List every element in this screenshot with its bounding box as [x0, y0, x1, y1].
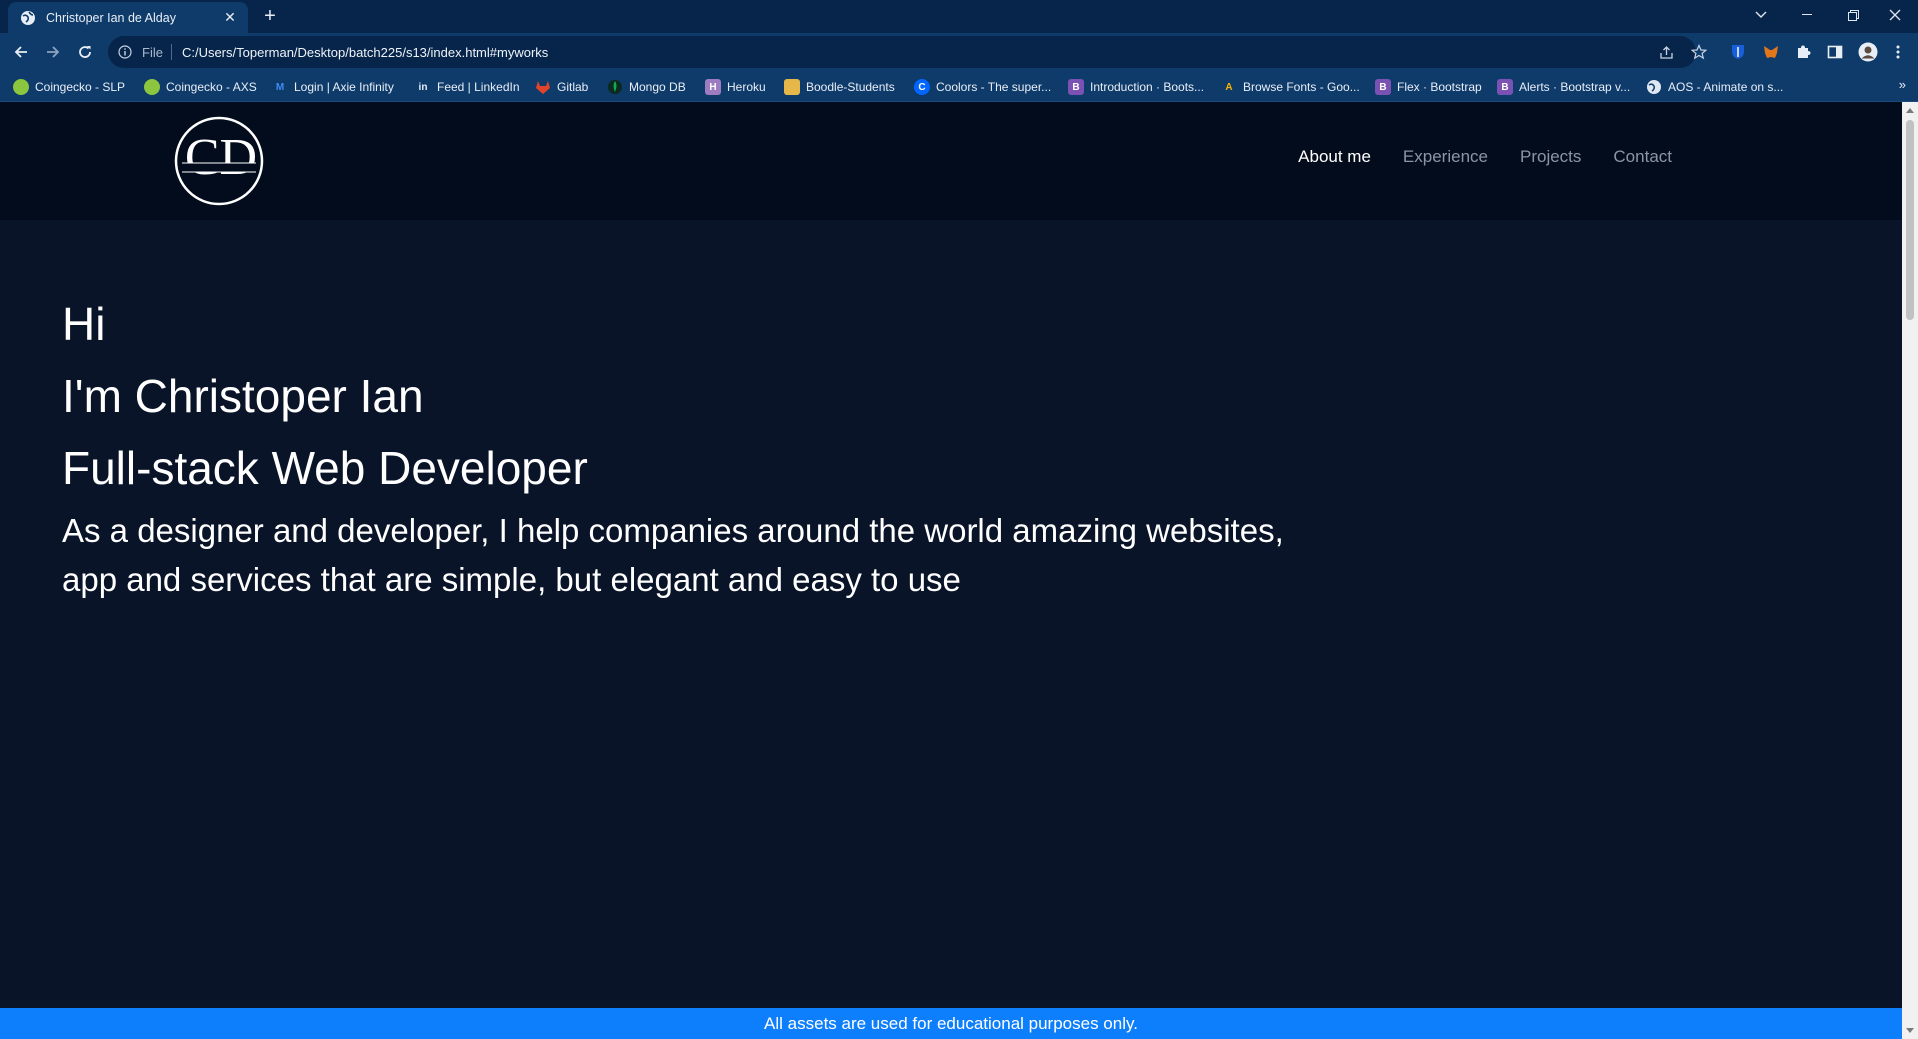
side-panel-icon[interactable] [1824, 41, 1846, 63]
bookmark-label: Coingecko - AXS [166, 80, 257, 94]
bookmark-bootstrap-flex[interactable]: B Flex · Bootstrap [1375, 77, 1482, 97]
browser-toolbar: File C:/Users/Toperman/Desktop/batch225/… [0, 33, 1918, 71]
info-icon[interactable] [118, 44, 134, 60]
bookmark-label: Heroku [727, 80, 766, 94]
address-url[interactable]: C:/Users/Toperman/Desktop/batch225/s13/i… [182, 45, 548, 60]
nav-experience[interactable]: Experience [1403, 147, 1488, 167]
share-icon[interactable] [1655, 41, 1677, 63]
globe-icon [1646, 79, 1662, 95]
bookmark-label: Feed | LinkedIn [437, 80, 520, 94]
bookmark-label: Login | Axie Infinity [294, 80, 394, 94]
bookmark-linkedin[interactable]: in Feed | LinkedIn [415, 77, 520, 97]
bookmark-google-fonts[interactable]: A Browse Fonts - Goo... [1221, 77, 1360, 97]
address-bar[interactable]: File C:/Users/Toperman/Desktop/batch225/… [108, 36, 1696, 68]
hero-section: Hi I'm Christoper Ian Full-stack Web Dev… [62, 288, 1362, 604]
bookmark-label: AOS - Animate on s... [1668, 80, 1784, 94]
coingecko-icon [144, 79, 160, 95]
new-tab-button[interactable]: + [258, 5, 282, 29]
bootstrap-icon: B [1068, 79, 1084, 95]
bookmark-label: Coolors - The super... [936, 80, 1052, 94]
bookmark-coingecko-axs[interactable]: Coingecko - AXS [144, 77, 257, 97]
coolors-icon: C [914, 79, 930, 95]
mongodb-icon [607, 79, 623, 95]
restore-icon[interactable] [1830, 0, 1876, 30]
browser-tab-active[interactable]: Christoper Ian de Alday ✕ [8, 2, 248, 33]
bookmark-gitlab[interactable]: Gitlab [535, 77, 588, 97]
bookmark-bootstrap-introduction[interactable]: B Introduction · Boots... [1068, 77, 1204, 97]
browser-tab-bar: Christoper Ian de Alday ✕ + [0, 0, 1918, 33]
site-footer: All assets are used for educational purp… [0, 1008, 1902, 1039]
browser-menu-icon[interactable] [1887, 41, 1909, 63]
bookmark-bootstrap-alerts[interactable]: B Alerts · Bootstrap v... [1497, 77, 1630, 97]
tab-search-icon[interactable] [1738, 0, 1784, 30]
bitwarden-extension-icon[interactable] [1727, 41, 1749, 63]
tab-title: Christoper Ian de Alday [46, 10, 176, 25]
bookmark-label: Browse Fonts - Goo... [1243, 80, 1360, 94]
hero-description: As a designer and developer, I help comp… [62, 512, 1284, 598]
bookmark-label: Mongo DB [629, 80, 686, 94]
page-viewport: CD About me Experience Projects Contact … [0, 102, 1902, 1039]
linkedin-icon: in [418, 81, 428, 93]
profile-avatar-icon[interactable] [1857, 41, 1879, 63]
scroll-up-icon[interactable] [1906, 108, 1914, 113]
globe-icon [20, 10, 36, 26]
minimize-icon[interactable] [1784, 0, 1830, 30]
site-navbar: CD About me Experience Projects Contact [0, 102, 1902, 220]
nav-contact[interactable]: Contact [1613, 147, 1672, 167]
metamask-extension-icon[interactable] [1760, 41, 1782, 63]
footer-text: All assets are used for educational purp… [764, 1013, 1138, 1033]
hero-role: Full-stack Web Developer [62, 442, 588, 494]
reload-icon[interactable] [74, 41, 96, 63]
back-arrow-icon[interactable] [10, 41, 32, 63]
bookmark-mongodb[interactable]: Mongo DB [607, 77, 686, 97]
bookmark-star-icon[interactable] [1688, 41, 1710, 63]
nav-links: About me Experience Projects Contact [1298, 147, 1672, 167]
svg-text:CD: CD [185, 129, 257, 186]
address-separator [170, 44, 172, 60]
close-tab-icon[interactable]: ✕ [222, 9, 238, 26]
close-window-icon[interactable] [1872, 0, 1918, 30]
bookmark-label: Coingecko - SLP [35, 80, 126, 94]
scrollbar-thumb[interactable] [1906, 120, 1914, 320]
bookmark-label: Alerts · Bootstrap v... [1519, 80, 1631, 94]
coingecko-icon [13, 79, 29, 95]
bookmark-coingecko-slp[interactable]: Coingecko - SLP [13, 77, 125, 97]
bookmark-coolors[interactable]: C Coolors - The super... [914, 77, 1051, 97]
nav-about-me[interactable]: About me [1298, 147, 1371, 167]
bookmark-label: Introduction · Boots... [1090, 80, 1205, 94]
more-bookmarks-icon[interactable]: » [1899, 77, 1906, 92]
forward-arrow-icon[interactable] [42, 41, 64, 63]
hero-greeting: Hi [62, 298, 106, 350]
bookmarks-bar: Coingecko - SLP Coingecko - AXS M Login … [0, 71, 1918, 102]
axie-icon: M [275, 81, 285, 93]
nav-projects[interactable]: Projects [1520, 147, 1581, 167]
address-scheme: File [142, 44, 163, 60]
bootstrap-icon: B [1375, 79, 1391, 95]
extensions-puzzle-icon[interactable] [1792, 41, 1814, 63]
boodle-icon [784, 79, 800, 95]
bookmark-label: Boodle-Students [806, 80, 895, 94]
bookmark-boodle-students[interactable]: Boodle-Students [784, 77, 895, 97]
bookmark-axie-infinity[interactable]: M Login | Axie Infinity [272, 77, 394, 97]
bootstrap-icon: B [1497, 79, 1513, 95]
bookmark-label: Flex · Bootstrap [1397, 80, 1482, 94]
gitlab-icon [535, 79, 551, 95]
bookmark-heroku[interactable]: H Heroku [705, 77, 766, 97]
page-scrollbar[interactable] [1902, 102, 1918, 1039]
heroku-icon: H [705, 79, 721, 95]
google-fonts-icon: A [1225, 81, 1233, 93]
site-logo[interactable]: CD [174, 116, 264, 206]
bookmark-aos[interactable]: AOS - Animate on s... [1646, 77, 1783, 97]
bookmark-label: Gitlab [557, 80, 589, 94]
hero-intro: I'm Christoper Ian [62, 370, 424, 422]
scroll-down-icon[interactable] [1906, 1028, 1914, 1033]
